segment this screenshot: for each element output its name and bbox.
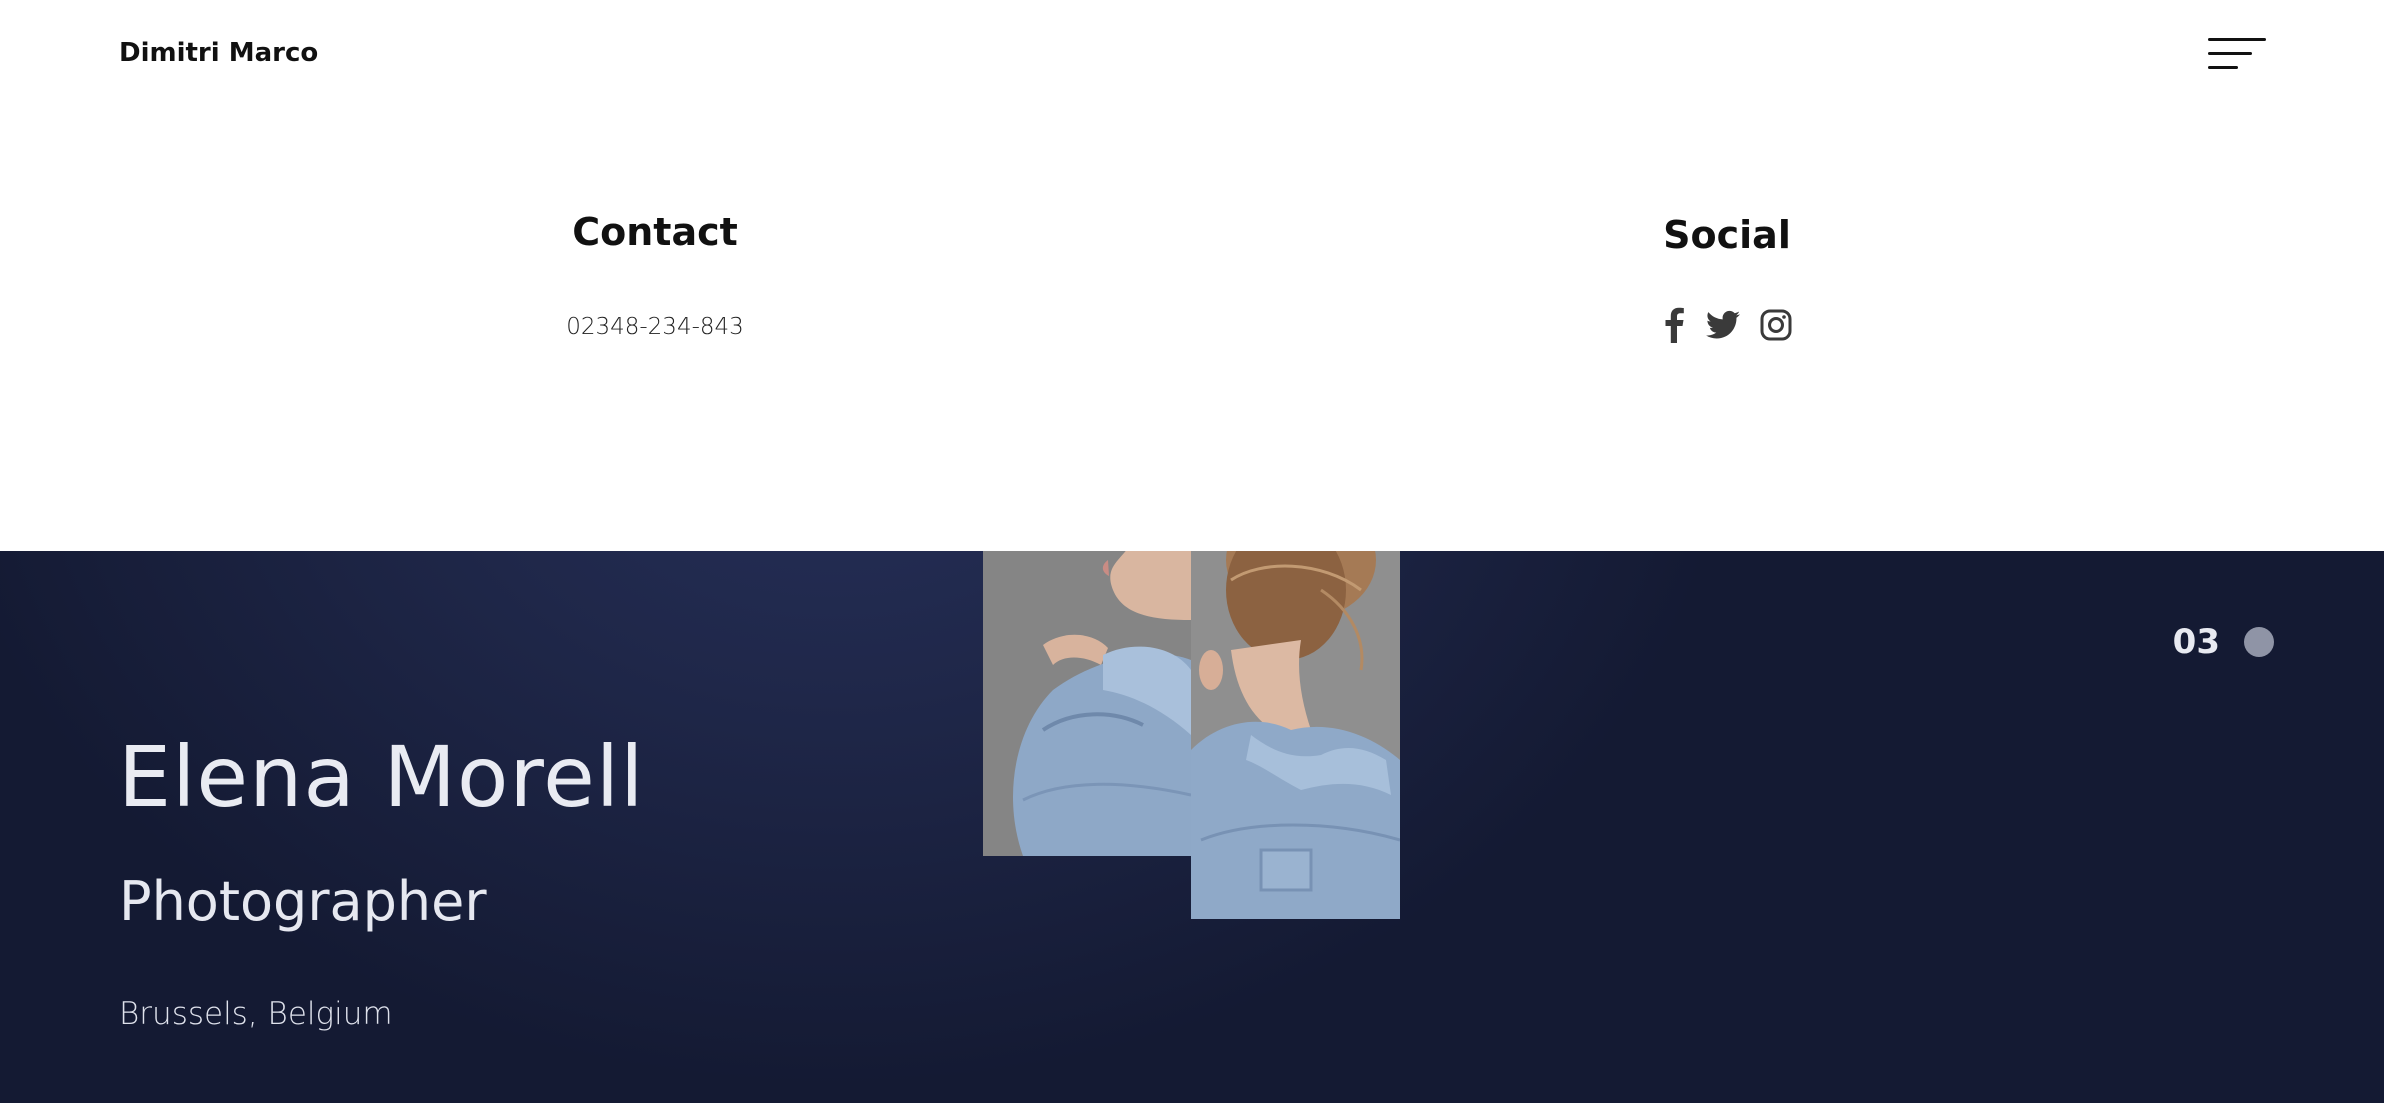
menu-overlay: Dimitri Marco Contact 02348-234-843 Soci… <box>0 0 2384 551</box>
hero-location: Brussels, Belgium <box>119 996 393 1032</box>
menu-line <box>2208 52 2252 55</box>
slide-item-03[interactable]: 03 <box>2173 622 2274 662</box>
portrait-photo-right <box>1191 520 1400 919</box>
hamburger-menu-icon[interactable] <box>2208 38 2266 72</box>
menu-line <box>2208 38 2266 41</box>
contact-title: Contact <box>572 210 738 254</box>
portrait-photo-left <box>983 520 1191 856</box>
page: Elena Morell Photographer Brussels, Belg… <box>0 0 2384 1103</box>
hero-name: Elena Morell <box>118 728 645 826</box>
instagram-icon[interactable] <box>1760 309 1792 341</box>
brand-logo-link[interactable]: Dimitri Marco <box>119 38 318 68</box>
facebook-icon[interactable] <box>1660 307 1686 343</box>
slide-dot[interactable] <box>2244 627 2274 657</box>
menu-line <box>2208 66 2238 69</box>
contact-phone-link[interactable]: 02348-234-843 <box>566 314 744 340</box>
hero-role: Photographer <box>119 870 487 933</box>
social-links <box>1660 307 1792 343</box>
slide-number: 03 <box>2172 622 2220 662</box>
social-title: Social <box>1663 213 1791 257</box>
twitter-icon[interactable] <box>1706 310 1740 340</box>
